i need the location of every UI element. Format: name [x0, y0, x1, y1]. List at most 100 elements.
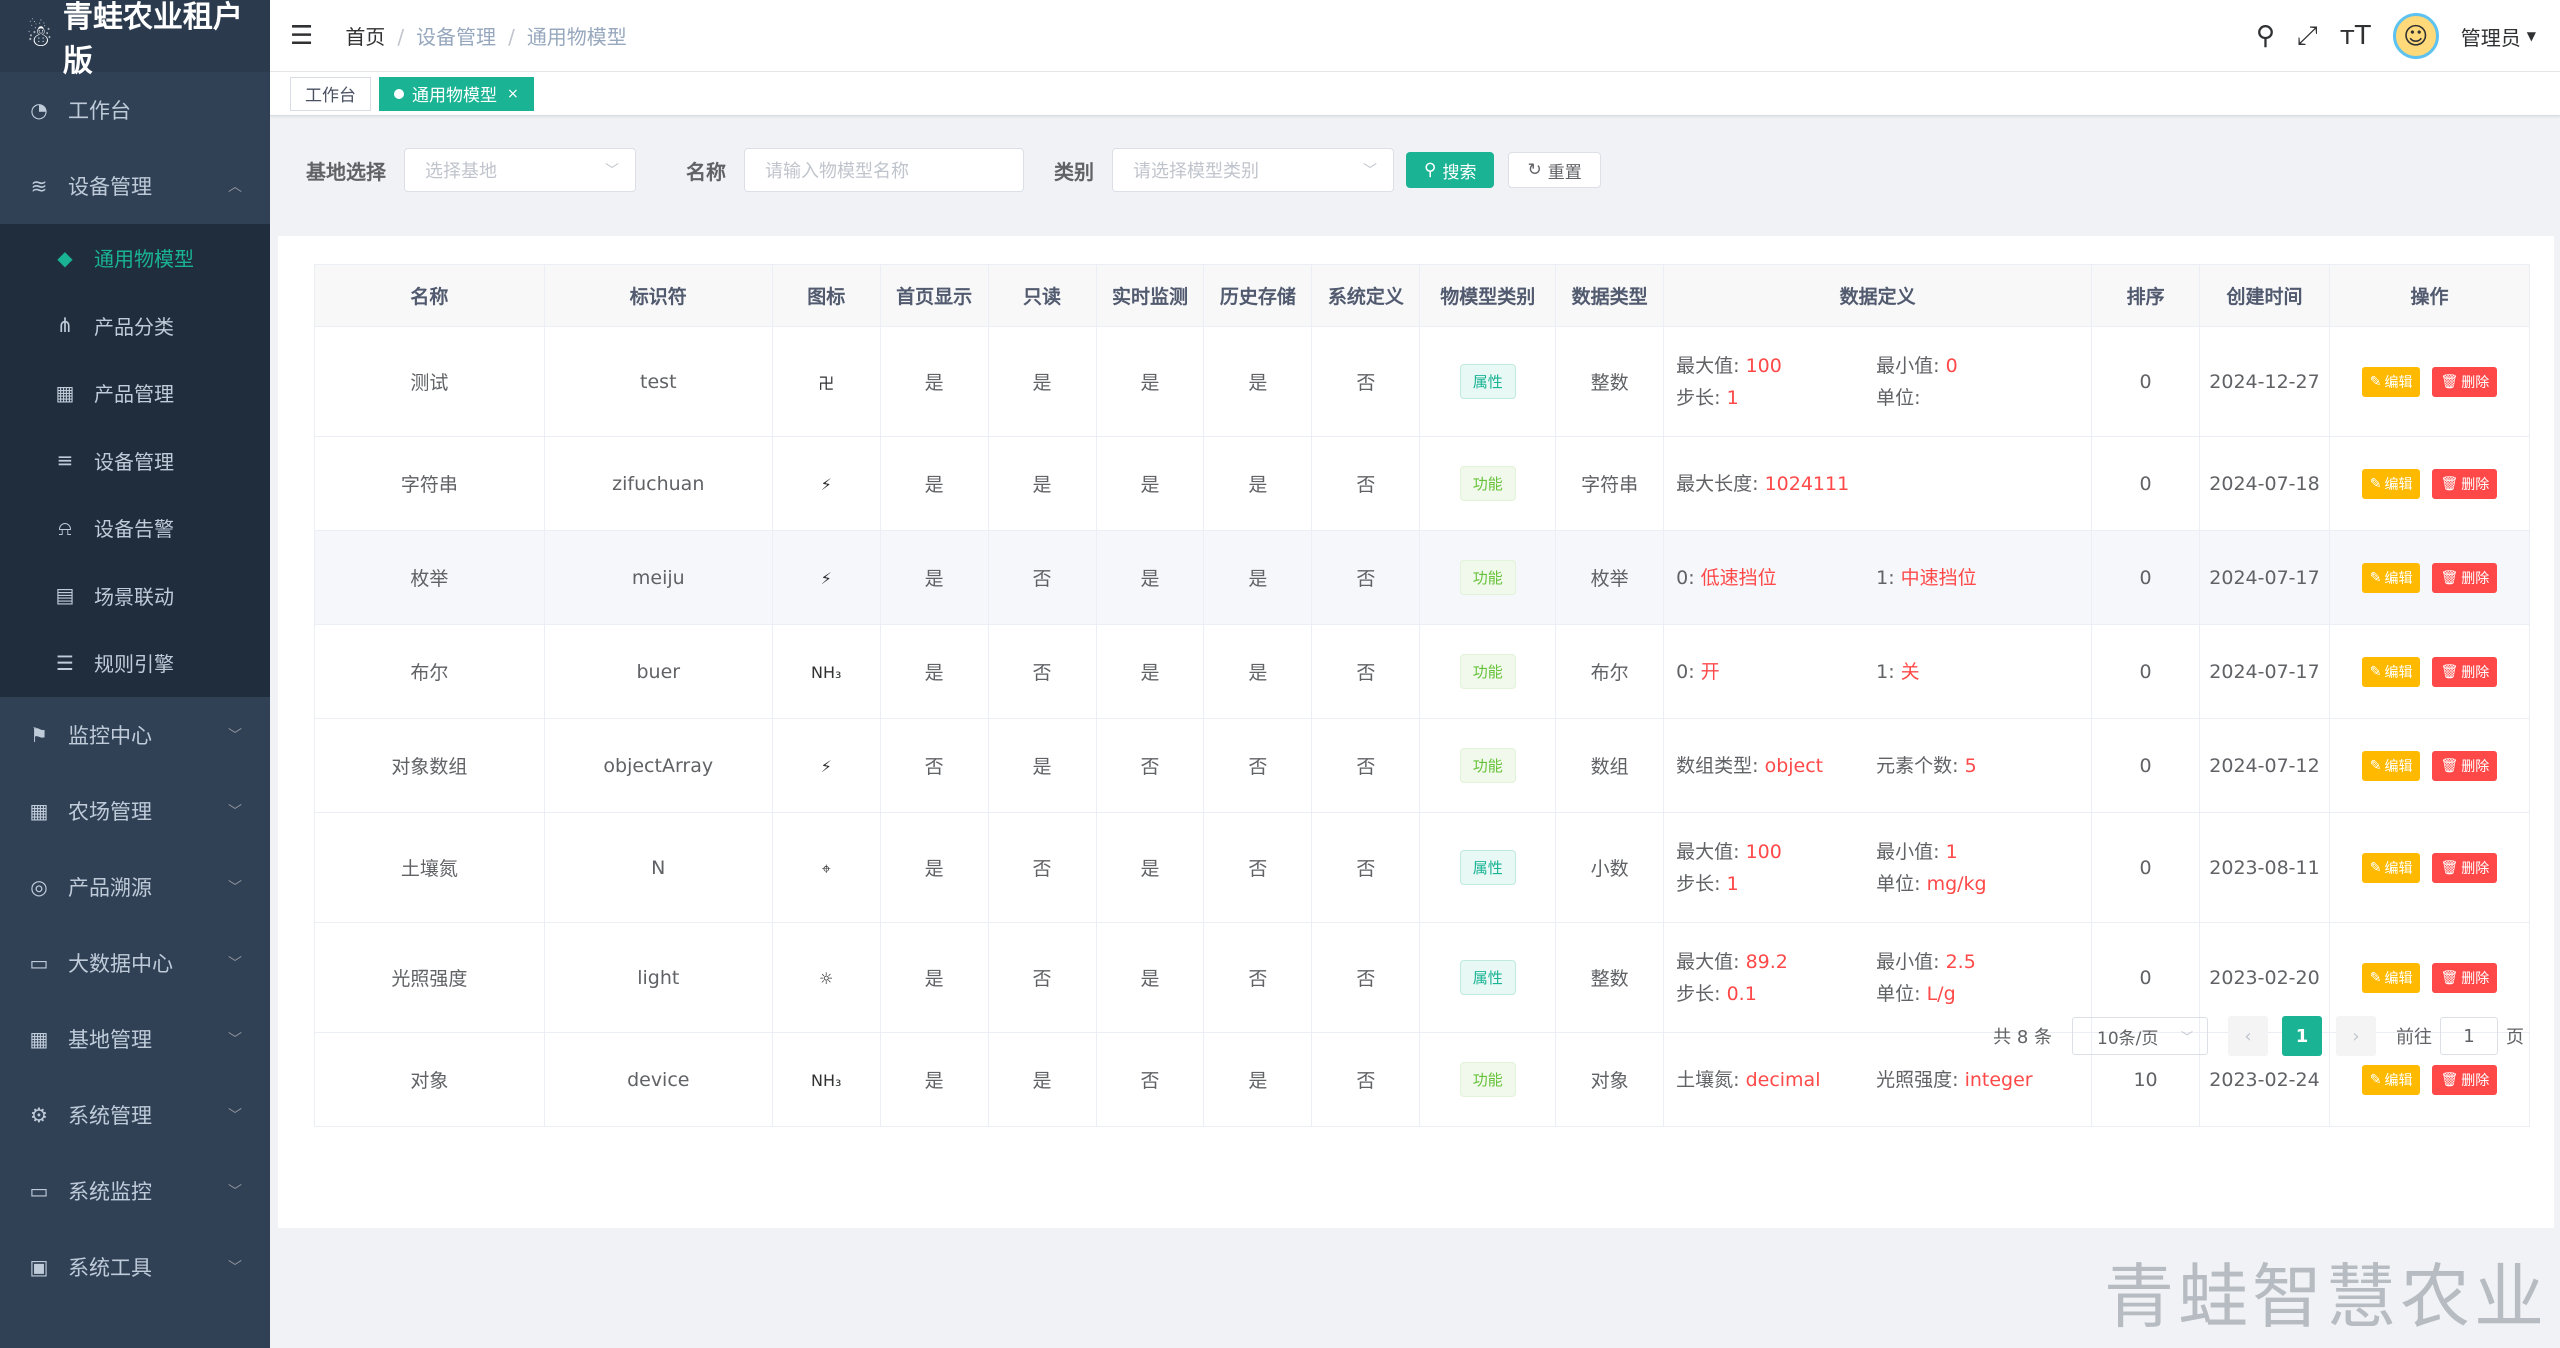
edit-button[interactable]: ✎ 编辑: [2361, 852, 2421, 883]
sidebar-subitem-2[interactable]: ▦ 产品管理: [0, 359, 270, 427]
cell-identifier: device: [543, 1032, 773, 1127]
delete-button[interactable]: 🗑 删除: [2432, 468, 2498, 499]
page-size-select[interactable]: 10条/页 ﹀: [2072, 1017, 2208, 1055]
table-row[interactable]: 枚举 meiju ⚡ 是否是是否功能 枚举 0: 低速挡位 1: 中速挡位 0 2024-07-…: [314, 530, 2531, 625]
sidebar-item-0[interactable]: ◔ 工作台: [0, 72, 270, 148]
sidebar-item-8[interactable]: ▭ 系统监控 ﹀: [0, 1153, 270, 1229]
model-icon: ☼: [819, 968, 834, 988]
sidebar-item-3[interactable]: ▦ 农场管理 ﹀: [0, 773, 270, 849]
font-size-icon[interactable]: ᴛT: [2340, 21, 2371, 51]
goto-input[interactable]: 1: [2440, 1017, 2498, 1055]
edit-button[interactable]: ✎ 编辑: [2361, 962, 2421, 993]
delete-button[interactable]: 🗑 删除: [2432, 1064, 2498, 1095]
prev-page-button[interactable]: ‹: [2228, 1016, 2268, 1056]
tag-workbench[interactable]: 工作台: [290, 76, 371, 111]
edit-button[interactable]: ✎ 编辑: [2361, 468, 2421, 499]
cell-identifier: zifuchuan: [543, 436, 773, 531]
sidebar-subitem-1[interactable]: ⋔ 产品分类: [0, 292, 270, 360]
sidebar-item-9[interactable]: ▣ 系统工具 ﹀: [0, 1229, 270, 1305]
cell-actions: ✎ 编辑 🗑 删除: [2328, 530, 2531, 625]
tag-label: 通用物模型: [412, 86, 497, 106]
def-value: 低速挡位: [1700, 566, 1777, 589]
sidebar-item-7[interactable]: ⚙ 系统管理 ﹀: [0, 1077, 270, 1153]
cell-name: 光照强度: [314, 922, 545, 1033]
delete-button[interactable]: 🗑 删除: [2432, 366, 2498, 397]
cell-readonly: 是: [987, 436, 1097, 531]
next-page-button[interactable]: ›: [2336, 1016, 2376, 1056]
sidebar-subitem-3[interactable]: ≡ 设备管理: [0, 427, 270, 495]
delete-button[interactable]: 🗑 删除: [2432, 852, 2498, 883]
close-icon[interactable]: ×: [507, 86, 519, 102]
sidebar-item-2[interactable]: ⚑ 监控中心 ﹀: [0, 697, 270, 773]
def-value: L/g: [1926, 982, 1956, 1005]
edit-button[interactable]: ✎ 编辑: [2361, 366, 2421, 397]
cell-data-type: 对象: [1555, 1032, 1665, 1127]
type-select[interactable]: 请选择模型类别 ﹀: [1112, 148, 1394, 192]
edit-button[interactable]: ✎ 编辑: [2361, 656, 2421, 687]
user-menu[interactable]: 管理员 ▼: [2461, 22, 2536, 51]
chevron-down-icon: ﹀: [228, 727, 242, 744]
hamburger-icon[interactable]: ☰: [290, 21, 313, 51]
avatar[interactable]: ☺: [2392, 13, 2439, 59]
sidebar-subitem-0[interactable]: ◆ 通用物模型: [0, 224, 270, 292]
category-badge: 功能: [1459, 466, 1516, 501]
cell-home-display: 否: [879, 718, 989, 813]
reset-button[interactable]: ↻ 重置: [1508, 152, 1601, 188]
sidebar-item-4[interactable]: ◎ 产品溯源 ﹀: [0, 849, 270, 925]
sidebar-subitem-4[interactable]: ⍾ 设备告警: [0, 494, 270, 562]
edit-button[interactable]: ✎ 编辑: [2361, 1064, 2421, 1095]
sidebar-subitem-5[interactable]: ▤ 场景联动: [0, 562, 270, 630]
tag-thing-model[interactable]: 通用物模型 ×: [379, 76, 534, 111]
cell-data-definition: 最大长度: 1024111: [1663, 436, 2093, 531]
model-icon: NH₃: [810, 1070, 842, 1090]
sidebar-item-5[interactable]: ▭ 大数据中心 ﹀: [0, 925, 270, 1001]
cell-history: 否: [1203, 718, 1313, 813]
cell-history: 是: [1203, 326, 1313, 437]
goto-label: 前往: [2396, 1027, 2432, 1048]
table-row[interactable]: 土壤氮 N ⌖ 是否是否否属性 小数 最大值: 100 最小值: 1 步长: 1 单位: mg/…: [314, 812, 2531, 923]
cell-realtime: 是: [1095, 812, 1205, 923]
fullscreen-icon[interactable]: ⤢: [2297, 21, 2318, 52]
edit-button[interactable]: ✎ 编辑: [2361, 562, 2421, 593]
category-badge: 属性: [1459, 364, 1516, 399]
column-header: 系统定义: [1311, 264, 1421, 327]
watermark: 青蛙智慧农业: [2104, 1256, 2548, 1338]
chevron-down-icon: ﹀: [228, 955, 242, 972]
model-icon: NH₃: [810, 662, 842, 682]
edit-button[interactable]: ✎ 编辑: [2361, 750, 2421, 781]
search-icon[interactable]: ⚲: [2256, 21, 2275, 51]
category-badge: 属性: [1459, 850, 1516, 885]
cell-identifier: test: [543, 326, 773, 437]
cell-identifier: light: [543, 922, 773, 1033]
breadcrumb-current: 通用物模型: [526, 25, 627, 49]
delete-button[interactable]: 🗑 删除: [2432, 562, 2498, 593]
sidebar-item-1[interactable]: ≋ 设备管理 ︿: [0, 148, 270, 224]
table-row[interactable]: 对象数组 objectArray ⚡ 否是否否否功能 数组 数组类型: object 元素个…: [314, 718, 2531, 813]
cell-data-type: 整数: [1555, 326, 1665, 437]
username: 管理员: [2460, 25, 2521, 50]
trash-icon: 🗑: [2440, 969, 2459, 986]
def-key: 1:: [1876, 566, 1895, 589]
table-row[interactable]: 测试 test 卍是是是是否属性 整数 最大值: 100 最小值: 0 步长: 1 单位: 0…: [314, 326, 2531, 437]
trash-icon: 🗑: [2440, 757, 2459, 774]
page-1-button[interactable]: 1: [2282, 1016, 2322, 1056]
model-icon: ⚡: [820, 474, 832, 494]
delete-label: 删除: [2461, 1072, 2490, 1089]
search-button[interactable]: ⚲ 搜索: [1406, 152, 1495, 188]
delete-label: 删除: [2461, 758, 2490, 775]
delete-button[interactable]: 🗑 删除: [2432, 962, 2498, 993]
def-value: 89.2: [1745, 950, 1788, 973]
def-key: 单位:: [1876, 872, 1921, 895]
cell-name: 布尔: [314, 624, 545, 719]
delete-button[interactable]: 🗑 删除: [2432, 656, 2498, 687]
delete-button[interactable]: 🗑 删除: [2432, 750, 2498, 781]
base-select[interactable]: 选择基地 ﹀: [404, 148, 636, 192]
table-row[interactable]: 布尔 buer NH₃ 是否是是否功能 布尔 0: 开 1: 关 0 2024-07-17 ✎ 编辑…: [314, 624, 2531, 719]
sidebar-subitem-6[interactable]: ☰ 规则引擎: [0, 629, 270, 697]
breadcrumb-home[interactable]: 首页: [345, 25, 385, 49]
name-input[interactable]: 请输入物模型名称: [744, 148, 1024, 192]
sidebar-item-6[interactable]: ▦ 基地管理 ﹀: [0, 1001, 270, 1077]
table-row[interactable]: 字符串 zifuchuan ⚡ 是是是是否功能 字符串 最大长度: 1024111 0 202…: [314, 436, 2531, 531]
app-logo[interactable]: ☃ 青蛙农业租户版: [0, 0, 270, 79]
chevron-left-icon: ‹: [2244, 1025, 2252, 1047]
